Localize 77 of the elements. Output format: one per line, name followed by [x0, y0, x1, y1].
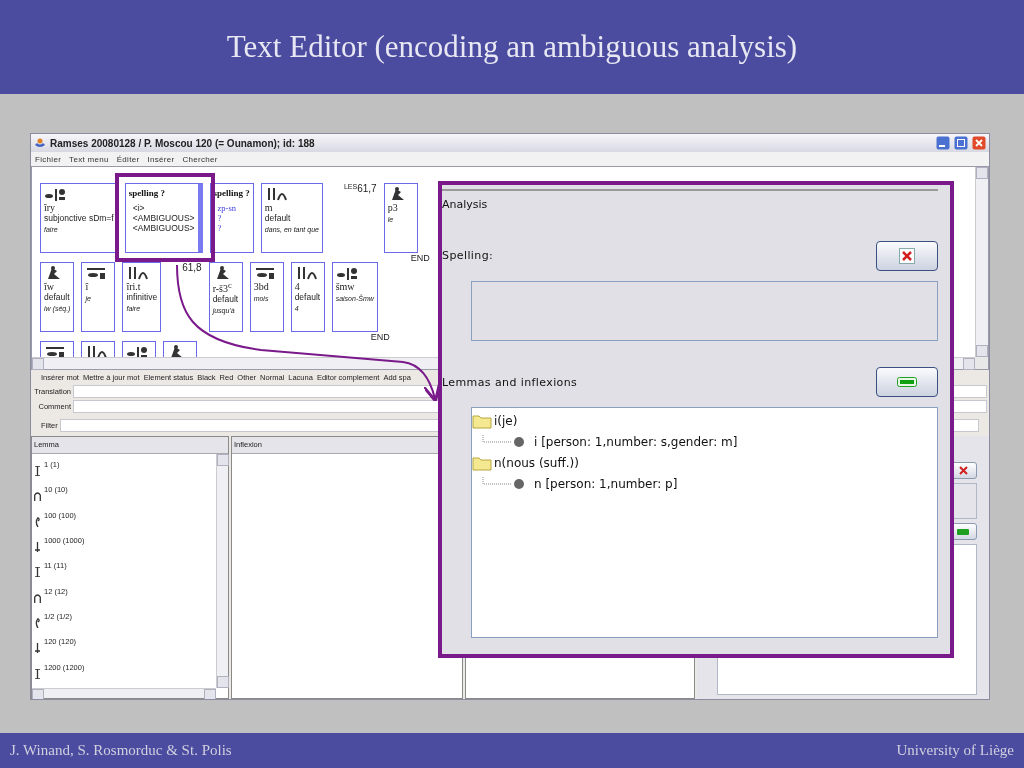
spelling-heading: spelling ?: [128, 188, 165, 198]
panel-title: Analysis: [442, 197, 489, 211]
transliteration: r-š3$^{c}$: [212, 281, 232, 295]
transliteration: m: [264, 202, 273, 213]
spelling-line: <AMBIGUOUS>: [131, 223, 195, 233]
numeral-sign-icon: [34, 466, 41, 476]
close-icon[interactable]: [972, 136, 986, 150]
menu-item[interactable]: Éditer: [116, 154, 140, 164]
numeral-sign-icon: [34, 567, 41, 578]
section-label: Spelling:: [442, 249, 494, 263]
transliteration: î: [85, 281, 89, 292]
grammar-label: subjonctive sDm=f: [44, 213, 114, 223]
maximize-icon[interactable]: [954, 136, 968, 150]
tree-node[interactable]: i(je): [494, 413, 518, 428]
numeral-sign-icon: [34, 643, 41, 654]
menu-item[interactable]: Insérer: [147, 154, 175, 164]
footer-institution: University of Liège: [896, 742, 1014, 759]
numeral-sign-icon: [34, 668, 41, 679]
section-label: Lemmas and inflexions: [442, 375, 578, 389]
transliteration: îri.t: [126, 281, 141, 292]
window-title: Ramses 20080128 / P. Moscou 120 (= Ounamon); id: 188: [50, 137, 316, 149]
transliteration: îw: [44, 281, 54, 292]
app-logo-icon: [34, 137, 46, 149]
spelling-line: <i>: [131, 203, 145, 213]
transliteration: 3bd: [253, 281, 269, 292]
grammar-label: default: [264, 213, 291, 223]
spelling-card[interactable]: spelling ? zp-sn ? ?: [209, 183, 254, 253]
line-number: 61,7: [357, 183, 377, 194]
spelling-line: ?: [216, 223, 222, 233]
spelling-line: ?: [216, 213, 222, 223]
numeral-sign-icon: [34, 617, 41, 628]
spelling-heading: spelling ?: [213, 188, 250, 198]
grammar-label: default: [44, 292, 70, 302]
numeral-sign-icon: [34, 516, 41, 527]
delete-button[interactable]: [876, 240, 938, 271]
spelling-line: zp-sn: [216, 203, 236, 213]
line-number: 61,8: [182, 262, 202, 273]
hieroglyph-icon: [253, 265, 276, 281]
hieroglyph-icon: [85, 265, 108, 281]
hieroglyph-icon: [335, 265, 358, 281]
transliteration: îry: [44, 202, 56, 213]
menu-item[interactable]: Text menu: [69, 154, 109, 164]
minimize-icon[interactable]: [936, 136, 950, 150]
transliteration: šmw: [335, 281, 355, 292]
grammar-label: infinitive: [126, 292, 158, 302]
close-icon: [958, 466, 968, 475]
folder-icon: [472, 454, 492, 471]
horizontal-scrollbar[interactable]: [32, 688, 216, 698]
grammar-label: default: [294, 292, 321, 302]
bar-icon: [957, 528, 969, 535]
spelling-card[interactable]: spelling ? <i> <AMBIGUOUS> <AMBIGUOUS>: [124, 183, 203, 253]
grammar-label: default: [212, 294, 239, 305]
add-button[interactable]: [876, 367, 938, 398]
vertical-scrollbar[interactable]: [216, 454, 228, 688]
spelling-line: <AMBIGUOUS>: [131, 213, 195, 223]
numeral-sign-icon: [34, 542, 41, 552]
vertical-scrollbar[interactable]: [975, 167, 988, 357]
close-icon: [899, 247, 915, 264]
transliteration: 4: [294, 281, 300, 292]
menu-item[interactable]: Fichier: [35, 154, 62, 164]
menu-item[interactable]: Chercher: [182, 154, 218, 164]
slide-title: Text Editor (encoding an ambiguous analysis): [226, 29, 798, 65]
tree-node[interactable]: n(nous (suff.)): [494, 455, 579, 470]
hieroglyph-icon: [126, 265, 149, 281]
end-label: END: [370, 332, 390, 342]
numeral-sign-icon: [34, 592, 41, 603]
end-label: END: [410, 253, 430, 263]
tree-leaf[interactable]: i [person: 1,number: s,gender: m]: [534, 434, 738, 449]
numeral-sign-icon: [34, 491, 41, 502]
hieroglyph-icon: [44, 344, 66, 357]
transliteration: p3: [387, 202, 398, 213]
footer-authors: J. Winand, S. Rosmorduc & St. Polis: [10, 742, 232, 759]
bar-icon: [897, 377, 917, 388]
hieroglyph-icon: [85, 344, 107, 357]
hieroglyph-icon: [126, 344, 148, 357]
tree-leaf[interactable]: n [person: 1,number: p]: [534, 476, 678, 491]
hieroglyph-icon: [44, 186, 66, 202]
